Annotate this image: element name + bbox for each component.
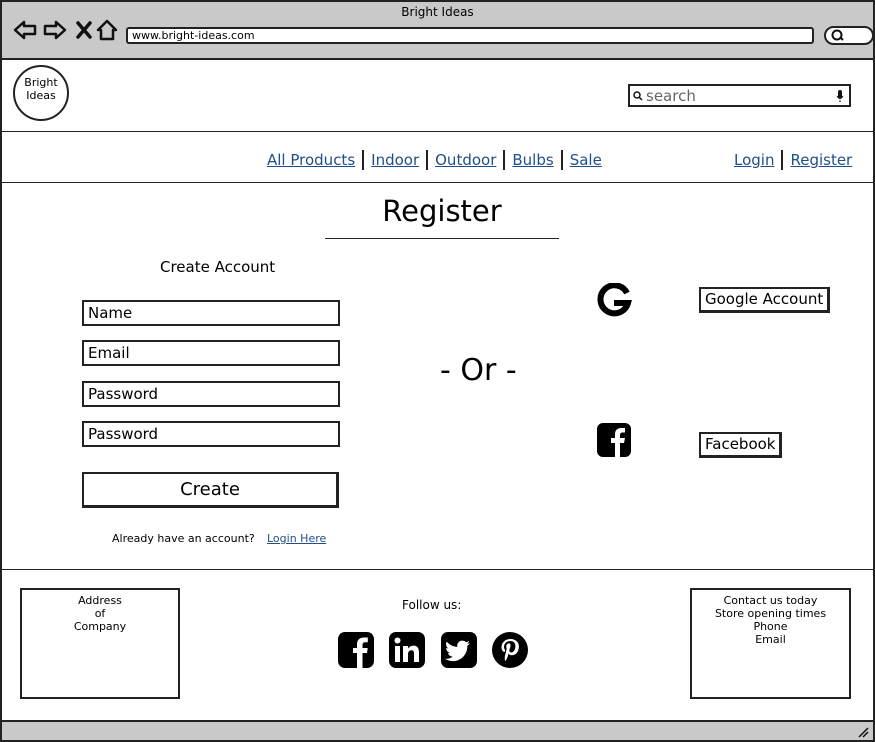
title-underline	[325, 238, 559, 239]
home-icon[interactable]	[95, 18, 119, 42]
or-divider-text: - Or -	[440, 353, 517, 388]
twitter-icon[interactable]	[441, 632, 477, 668]
facebook-button[interactable]: Facebook	[699, 432, 783, 458]
window-title: Bright Ideas	[401, 5, 474, 19]
company-address-box: Address of Company	[20, 588, 180, 699]
nav-separator	[781, 150, 784, 170]
facebook-icon	[597, 423, 631, 457]
name-field[interactable]: Name	[82, 300, 340, 326]
password-field[interactable]: Password	[82, 381, 340, 407]
nav-separator	[560, 150, 563, 170]
nav-indoor[interactable]: Indoor	[371, 151, 419, 169]
search-icon	[633, 90, 643, 101]
logo-line1: Bright	[24, 76, 58, 89]
browser-search-button[interactable]	[824, 26, 874, 45]
login-link[interactable]: Login	[734, 151, 774, 169]
nav-all-products[interactable]: All Products	[267, 151, 355, 169]
nav-outdoor[interactable]: Outdoor	[435, 151, 496, 169]
nav-divider	[2, 182, 873, 183]
login-here-link[interactable]: Login Here	[267, 532, 326, 545]
nav-bulbs[interactable]: Bulbs	[512, 151, 553, 169]
logo-line2: Ideas	[26, 89, 56, 102]
forward-arrow-icon[interactable]	[43, 18, 67, 42]
browser-status-bar	[0, 720, 875, 742]
browser-title-bar: Bright Ideas www.bright-ideas.com	[0, 0, 875, 60]
account-nav: Login Register	[734, 148, 852, 172]
address-line: of	[94, 607, 106, 620]
resize-handle-icon[interactable]	[857, 726, 869, 738]
back-arrow-icon[interactable]	[13, 18, 37, 42]
address-line: Address	[78, 594, 122, 607]
create-account-heading: Create Account	[160, 258, 276, 276]
search-placeholder: search	[646, 86, 696, 105]
microphone-icon[interactable]	[836, 89, 844, 103]
address-line: Company	[73, 620, 127, 633]
nav-separator	[503, 150, 506, 170]
pinterest-icon[interactable]	[492, 632, 528, 668]
email-field[interactable]: Email	[82, 340, 340, 366]
follow-us-label: Follow us:	[402, 598, 462, 612]
google-icon	[597, 283, 632, 317]
url-bar[interactable]: www.bright-ideas.com	[126, 27, 814, 44]
contact-line: Phone	[753, 620, 788, 633]
linkedin-icon[interactable]	[389, 632, 425, 668]
search-input[interactable]: search	[628, 84, 851, 107]
contact-line: Store opening times	[714, 607, 827, 620]
nav-sale[interactable]: Sale	[570, 151, 602, 169]
page-title: Register	[382, 194, 502, 228]
header-divider	[2, 131, 873, 132]
create-button[interactable]: Create	[82, 472, 339, 508]
confirm-password-field[interactable]: Password	[82, 421, 340, 447]
contact-line: Contact us today	[723, 594, 818, 607]
category-nav: All Products Indoor Outdoor Bulbs Sale	[267, 148, 602, 172]
contact-line: Email	[755, 633, 786, 646]
facebook-icon[interactable]	[338, 632, 374, 668]
footer-divider	[2, 569, 873, 570]
already-have-account-text: Already have an account?	[112, 532, 255, 545]
google-account-button[interactable]: Google Account	[699, 287, 831, 313]
register-link[interactable]: Register	[790, 151, 852, 169]
close-icon[interactable]	[72, 18, 96, 42]
search-icon	[831, 29, 844, 41]
nav-separator	[426, 150, 429, 170]
logo[interactable]: Bright Ideas	[13, 65, 69, 121]
nav-separator	[362, 150, 365, 170]
contact-info-box: Contact us today Store opening times Pho…	[690, 588, 851, 699]
